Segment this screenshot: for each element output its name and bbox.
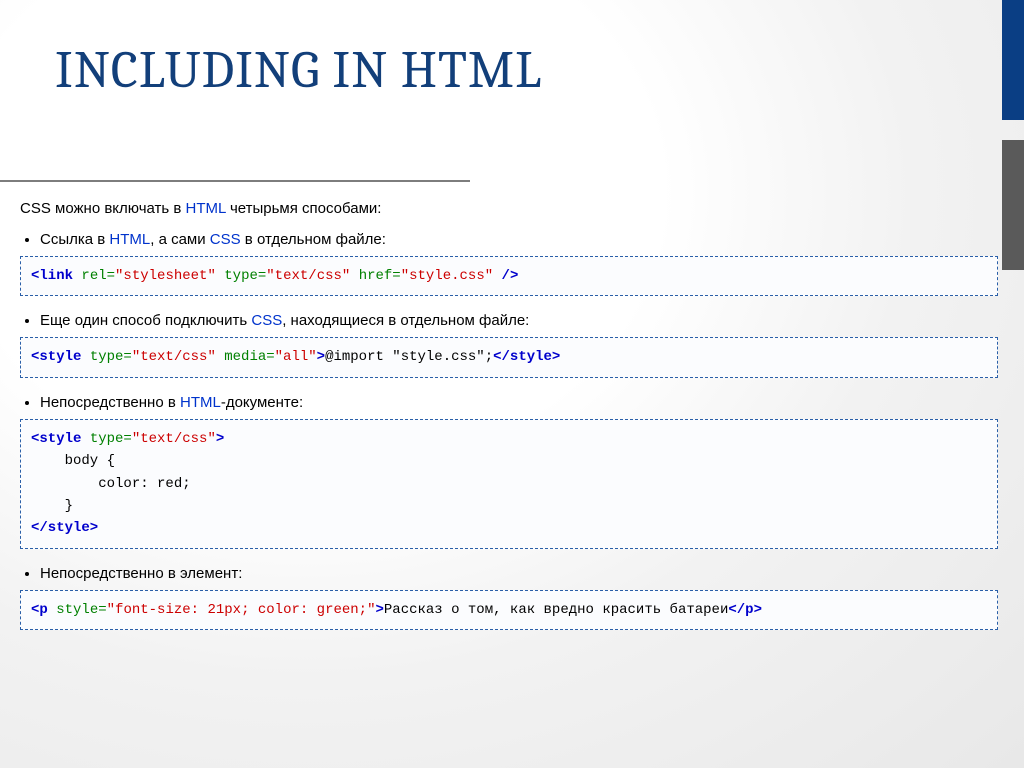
tok: "stylesheet" <box>115 268 216 284</box>
tok: </style> <box>31 520 98 536</box>
tok: @import "style.css"; <box>325 349 493 365</box>
tok: type= <box>90 431 132 447</box>
html-link: HTML <box>109 231 150 248</box>
tok: Рассказ о том, как вредно красить батаре… <box>384 602 728 618</box>
tok: "text/css" <box>266 268 350 284</box>
bullet-text: Непосредственно в HTML-документе: <box>40 394 303 411</box>
intro-text: CSS можно включать в HTML четырьмя спосо… <box>20 200 998 217</box>
tok: "text/css" <box>132 349 216 365</box>
text: , а сами <box>150 231 210 248</box>
tok: "font-size: 21px; color: green;" <box>107 602 376 618</box>
tok: } <box>31 498 73 514</box>
tok: <style <box>31 349 90 365</box>
methods-list: Ссылка в HTML, а сами CSS в отдельном фа… <box>18 231 998 630</box>
tok: type= <box>216 268 266 284</box>
text: Ссылка в <box>40 231 109 248</box>
intro-html-link: HTML <box>186 200 226 217</box>
tok: </style> <box>493 349 560 365</box>
slide-title: INCLUDING IN HTML <box>55 40 542 100</box>
intro-pre: CSS можно включать в <box>20 200 186 217</box>
tok: color: red; <box>31 476 191 492</box>
code-block: <style type="text/css"> body { color: re… <box>20 419 998 549</box>
tok: "style.css" <box>401 268 493 284</box>
accent-bar-blue <box>1002 0 1024 120</box>
list-item: Непосредственно в элемент: <p style="fon… <box>40 565 998 630</box>
bullet-text: Ссылка в HTML, а сами CSS в отдельном фа… <box>40 231 386 248</box>
tok: rel= <box>81 268 115 284</box>
tok: > <box>375 602 383 618</box>
tok: media= <box>216 349 275 365</box>
tok: href= <box>350 268 400 284</box>
tok: type= <box>90 349 132 365</box>
title-divider <box>0 180 470 182</box>
slide-content: CSS можно включать в HTML четырьмя спосо… <box>18 200 998 646</box>
tok: <p <box>31 602 56 618</box>
code-block: <p style="font-size: 21px; color: green;… <box>20 590 998 630</box>
code-block: <style type="text/css" media="all">@impo… <box>20 337 998 377</box>
code-block: <link rel="stylesheet" type="text/css" h… <box>20 256 998 296</box>
tok: > <box>216 431 224 447</box>
text: Еще один способ подключить <box>40 312 251 329</box>
tok: "text/css" <box>132 431 216 447</box>
css-link: CSS <box>251 312 282 329</box>
text: в отдельном файле: <box>241 231 386 248</box>
tok: <style <box>31 431 90 447</box>
text: -документе: <box>221 394 303 411</box>
tok: </p> <box>728 602 762 618</box>
bullet-text: Непосредственно в элемент: <box>40 565 242 582</box>
list-item: Еще один способ подключить CSS, находящи… <box>40 312 998 377</box>
text: , находящиеся в отдельном файле: <box>282 312 529 329</box>
tok: > <box>317 349 325 365</box>
tok: body { <box>31 453 115 469</box>
tok: style= <box>56 602 106 618</box>
intro-post: четырьмя способами: <box>226 200 382 217</box>
list-item: Непосредственно в HTML-документе: <style… <box>40 394 998 549</box>
tok: /> <box>493 268 518 284</box>
list-item: Ссылка в HTML, а сами CSS в отдельном фа… <box>40 231 998 296</box>
css-link: CSS <box>210 231 241 248</box>
slide: INCLUDING IN HTML CSS можно включать в H… <box>0 0 1024 768</box>
bullet-text: Еще один способ подключить CSS, находящи… <box>40 312 529 329</box>
html-link: HTML <box>180 394 221 411</box>
text: Непосредственно в <box>40 394 180 411</box>
accent-bar-gray <box>1002 140 1024 270</box>
tok: "all" <box>275 349 317 365</box>
tok: <link <box>31 268 81 284</box>
